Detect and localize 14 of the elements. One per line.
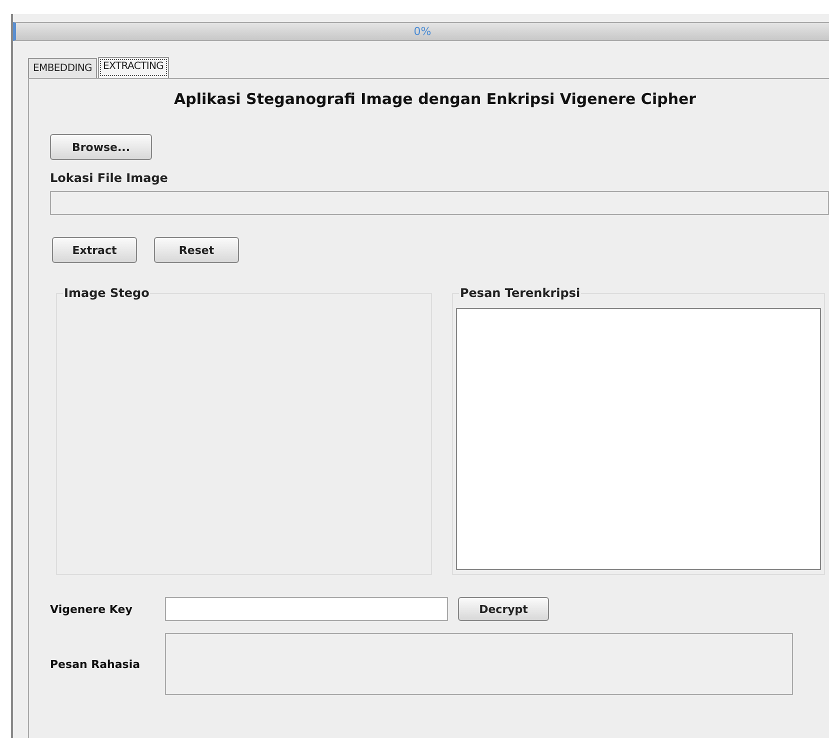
key-field[interactable]: [165, 597, 448, 621]
app-title: Aplikasi Steganografi Image dengan Enkripsi Vigenere Cipher: [174, 90, 698, 108]
tab[interactable]: EMBEDDING: [28, 58, 98, 78]
progress-reading: 0%: [414, 25, 432, 38]
action-button[interactable]: Extract: [52, 237, 137, 263]
field-label: Pesan Rahasia: [50, 658, 142, 670]
panel-title: Pesan Terenkripsi: [459, 286, 582, 300]
field-label: Vigenere Key: [50, 602, 134, 616]
action-button[interactable]: Reset: [154, 237, 239, 263]
field-label: Lokasi File Image: [50, 171, 169, 185]
browse-button[interactable]: Browse...: [50, 134, 152, 160]
panel-title: Image Stego: [63, 286, 150, 300]
decrypt-button[interactable]: Decrypt: [458, 597, 549, 621]
tab[interactable]: EXTRACTING: [98, 57, 169, 78]
